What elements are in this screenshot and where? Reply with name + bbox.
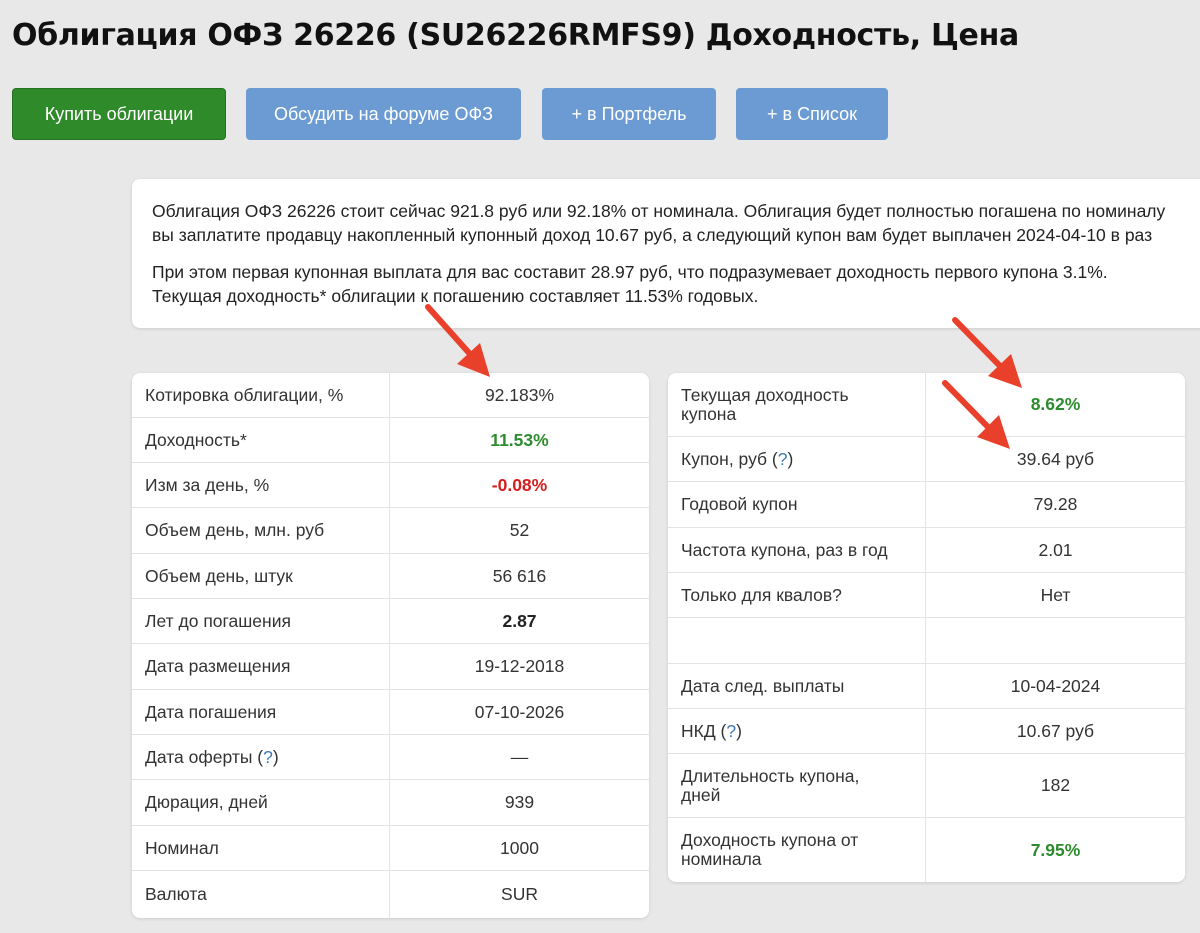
description-line: Облигация ОФЗ 26226 стоит сейчас 921.8 р… — [152, 201, 1166, 221]
coupon-info-table: Текущая доходность купона 8.62% Купон, р… — [668, 373, 1185, 882]
add-to-portfolio-button[interactable]: + в Портфель — [542, 88, 716, 140]
row-label: Номинал — [132, 826, 390, 870]
row-label: Частота купона, раз в год — [668, 528, 926, 572]
row-label: Годовой купон — [668, 482, 926, 527]
bond-quote-table: Котировка облигации, % 92.183% Доходност… — [132, 373, 649, 918]
offer-date-label: Дата оферты — [145, 746, 253, 767]
description-line: Текущая доходность* облигации к погашени… — [152, 286, 759, 306]
row-value: 07-10-2026 — [474, 701, 565, 722]
row-label: НКД (?) — [668, 709, 926, 753]
row-value: 19-12-2018 — [474, 656, 565, 676]
row-label: Объем день, штук — [132, 554, 390, 598]
row-label: Лет до погашения — [132, 599, 390, 643]
row-value: — — [510, 746, 529, 767]
help-link[interactable]: ? — [726, 721, 736, 741]
table-row: Купон, руб (?) 39.64 руб — [668, 437, 1185, 482]
row-label: Валюта — [132, 871, 390, 918]
row-value: 939 — [504, 792, 535, 812]
help-link[interactable]: ? — [778, 449, 788, 469]
row-value: 56 616 — [492, 565, 547, 586]
table-row-empty — [668, 618, 1185, 664]
page-title: Облигация ОФЗ 26226 (SU26226RMFS9) Доход… — [12, 18, 1019, 53]
table-row: Дата след. выплаты 10-04-2024 — [668, 664, 1185, 709]
table-row: Лет до погашения 2.87 — [132, 599, 649, 644]
table-row: Дата погашения 07-10-2026 — [132, 690, 649, 735]
table-row: Номинал 1000 — [132, 826, 649, 871]
row-value: Нет — [1040, 584, 1071, 605]
table-row: Валюта SUR — [132, 871, 649, 918]
row-label: Дюрация, дней — [132, 780, 390, 825]
row-value: 39.64 руб — [1016, 448, 1095, 469]
years-to-maturity-value: 2.87 — [502, 610, 537, 631]
table-row: Доходность* 11.53% — [132, 418, 649, 463]
table-row: Дюрация, дней 939 — [132, 780, 649, 826]
bond-description: Облигация ОФЗ 26226 стоит сейчас 921.8 р… — [132, 179, 1200, 328]
row-value: 79.28 — [1033, 494, 1078, 514]
coupon-label: Купон, руб — [681, 448, 768, 469]
row-label: Дата погашения — [132, 690, 390, 734]
nominal-coupon-yield-value: 7.95% — [1030, 839, 1081, 860]
table-row: Частота купона, раз в год 2.01 — [668, 528, 1185, 573]
table-row: Текущая доходность купона 8.62% — [668, 373, 1185, 437]
row-label: Купон, руб (?) — [668, 437, 926, 481]
accrued-interest-label: НКД — [681, 720, 716, 741]
row-label: Изм за день, % — [132, 463, 390, 507]
yield-value: 11.53% — [490, 429, 549, 450]
row-value: 10-04-2024 — [1010, 675, 1101, 696]
description-line: вы заплатите продавцу накопленный купонн… — [152, 225, 1153, 245]
row-label: Котировка облигации, % — [132, 373, 390, 417]
table-row: Длительность купона, дней 182 — [668, 754, 1185, 818]
coupon-yield-value: 8.62% — [1030, 394, 1081, 414]
table-row: Объем день, млн. руб 52 — [132, 508, 649, 554]
row-label: Дата размещения — [132, 644, 390, 689]
table-row: Котировка облигации, % 92.183% — [132, 373, 649, 418]
row-label: Доходность* — [132, 418, 390, 462]
row-label — [668, 618, 926, 663]
day-change-value: -0.08% — [491, 474, 548, 495]
add-to-list-button[interactable]: + в Список — [736, 88, 888, 140]
table-row: Дата размещения 19-12-2018 — [132, 644, 649, 690]
row-label: Только для квалов? — [668, 573, 926, 617]
table-row: Объем день, штук 56 616 — [132, 554, 649, 599]
row-value: 10.67 руб — [1016, 720, 1095, 741]
row-label: Дата оферты (?) — [132, 735, 390, 779]
row-label: Дата след. выплаты — [668, 664, 926, 708]
row-label: Доходность купона от номинала — [668, 818, 926, 882]
row-value: 92.183% — [484, 384, 555, 405]
row-label: Текущая доходность купона — [668, 373, 926, 436]
row-label: Длительность купона, дней — [668, 754, 926, 817]
help-link[interactable]: ? — [263, 747, 273, 767]
row-value: 1000 — [500, 837, 539, 858]
row-value: 182 — [1040, 775, 1071, 795]
table-row: Доходность купона от номинала 7.95% — [668, 818, 1185, 882]
table-row: Дата оферты (?) — — [132, 735, 649, 780]
buy-bonds-button[interactable]: Купить облигации — [12, 88, 226, 140]
table-row: Годовой купон 79.28 — [668, 482, 1185, 528]
table-row: НКД (?) 10.67 руб — [668, 709, 1185, 754]
description-line: При этом первая купонная выплата для вас… — [152, 262, 1108, 282]
table-row: Изм за день, % -0.08% — [132, 463, 649, 508]
row-value: SUR — [501, 884, 538, 904]
row-value: 2.01 — [1038, 539, 1073, 560]
discuss-forum-button[interactable]: Обсудить на форуме ОФЗ — [246, 88, 521, 140]
row-value: 52 — [509, 520, 530, 540]
row-value — [926, 618, 1185, 663]
table-row: Только для квалов? Нет — [668, 573, 1185, 618]
row-label: Объем день, млн. руб — [132, 508, 390, 553]
